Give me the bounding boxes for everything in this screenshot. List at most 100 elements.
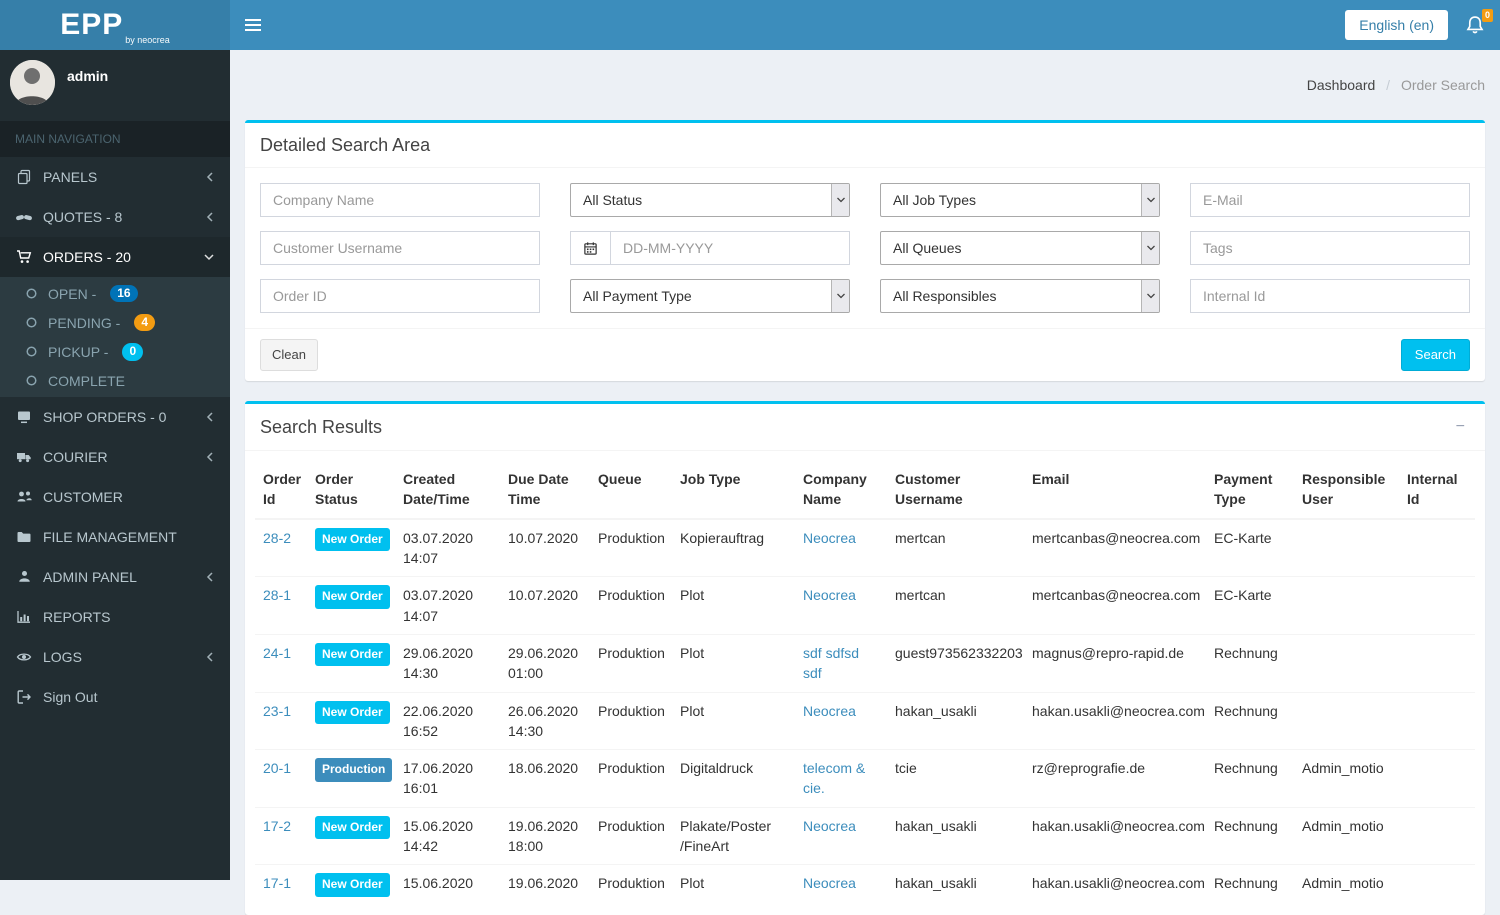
calendar-icon[interactable]	[570, 231, 610, 265]
cell-internal	[1399, 633, 1475, 693]
navbar: English (en) 0	[230, 0, 1500, 50]
sidebar-item-courier[interactable]: COURIER	[0, 437, 230, 477]
circle-icon	[24, 374, 38, 387]
company-link[interactable]: Neocrea	[803, 703, 856, 719]
pickup-count-badge: 0	[122, 343, 144, 361]
chevron-down-icon	[1141, 280, 1159, 312]
order-id-link[interactable]: 23-1	[263, 703, 291, 719]
sidebar-item-shop-orders[interactable]: SHOP ORDERS - 0	[0, 397, 230, 437]
cell-responsible	[1294, 576, 1399, 635]
cell-payment: Rechnung	[1206, 864, 1294, 905]
cell-order-status: Production	[307, 749, 395, 808]
search-panel-title: Detailed Search Area	[260, 135, 431, 155]
cell-queue: Produktion	[590, 806, 672, 865]
payment-type-select[interactable]: All Payment Type	[570, 279, 850, 313]
cell-created: 29.06.2020 14:30	[395, 633, 500, 693]
order-id-link[interactable]: 20-1	[263, 760, 291, 776]
cell-order-status: New Order	[307, 576, 395, 635]
cell-payment: Rechnung	[1206, 806, 1294, 865]
sidebar-item-quotes[interactable]: QUOTES - 8	[0, 197, 230, 237]
app-logo[interactable]: EPP by neocrea	[0, 0, 230, 50]
company-link[interactable]: Neocrea	[803, 587, 856, 603]
company-link[interactable]: sdf sdfsd sdf	[803, 645, 859, 681]
order-id-link[interactable]: 24-1	[263, 645, 291, 661]
created-date: 22.06.2020	[403, 702, 474, 719]
job-types-select[interactable]: All Job Types	[880, 183, 1160, 217]
company-name-input[interactable]	[260, 183, 540, 217]
truck-icon	[15, 449, 33, 465]
sidebar-item-complete[interactable]: COMPLETE	[0, 367, 230, 395]
order-id-link[interactable]: 17-2	[263, 818, 291, 834]
due-date-input[interactable]	[610, 231, 850, 265]
company-link[interactable]: Neocrea	[803, 818, 856, 834]
table-row: 23-1 New Order 22.06.2020 16:52 26.06.2020 14…	[255, 691, 1475, 750]
responsibles-select[interactable]: All Responsibles	[880, 279, 1160, 313]
sidebar-item-sign-out[interactable]: Sign Out	[0, 677, 230, 717]
company-link[interactable]: Neocrea	[803, 875, 856, 891]
order-id-link[interactable]: 28-2	[263, 530, 291, 546]
sidebar-toggle-icon[interactable]	[230, 0, 276, 50]
search-button[interactable]: Search	[1400, 339, 1470, 372]
avatar[interactable]	[10, 60, 55, 105]
cell-customer: hakan_usakli	[887, 864, 1024, 905]
tags-input[interactable]	[1190, 231, 1470, 265]
table-row: 20-1 Production 17.06.2020 16:01 18.06.2020 P…	[255, 749, 1475, 808]
order-id-input[interactable]	[260, 279, 540, 313]
cell-order-id: 17-1	[255, 864, 307, 905]
breadcrumb: Dashboard / Order Search	[1307, 77, 1485, 93]
cell-queue: Produktion	[590, 691, 672, 750]
table-row: 28-2 New Order 03.07.2020 14:07 10.07.2020 Pr…	[255, 519, 1475, 577]
table-header-row: Order Id Order Status Created Date/Time …	[255, 461, 1475, 520]
order-status-badge: Production	[315, 758, 393, 782]
col-job-type: Job Type	[672, 461, 795, 520]
company-link[interactable]: Neocrea	[803, 530, 856, 546]
company-link[interactable]: telecom & cie.	[803, 760, 865, 796]
sidebar-item-logs[interactable]: LOGS	[0, 637, 230, 677]
monitor-icon	[15, 409, 33, 425]
clean-button[interactable]: Clean	[260, 339, 318, 372]
user-panel: admin	[0, 50, 230, 115]
cell-order-status: New Order	[307, 519, 395, 577]
sidebar-item-file-management[interactable]: FILE MANAGEMENT	[0, 517, 230, 557]
col-company: Company Name	[795, 461, 887, 520]
pending-count-badge: 4	[134, 314, 156, 332]
nav-section-header: MAIN NAVIGATION	[0, 121, 230, 157]
sidebar-item-admin-panel[interactable]: ADMIN PANEL	[0, 557, 230, 597]
col-order-status: Order Status	[307, 461, 395, 520]
status-select[interactable]: All Status	[570, 183, 850, 217]
created-date: 15.06.2020	[403, 817, 474, 834]
language-button[interactable]: English (en)	[1345, 10, 1448, 40]
order-id-link[interactable]: 17-1	[263, 875, 291, 891]
created-date: 03.07.2020	[403, 529, 474, 546]
cell-job-type: Plot	[672, 633, 795, 693]
sidebar-item-open[interactable]: OPEN - 16	[0, 279, 230, 308]
collapse-button[interactable]: −	[1451, 417, 1470, 437]
notifications-button[interactable]: 0	[1464, 9, 1493, 36]
sidebar-item-pending[interactable]: PENDING - 4	[0, 308, 230, 337]
sidebar-item-orders[interactable]: ORDERS - 20	[0, 237, 230, 277]
sidebar-item-customer[interactable]: CUSTOMER	[0, 477, 230, 517]
sidebar-item-reports[interactable]: REPORTS	[0, 597, 230, 637]
open-count-badge: 16	[110, 285, 138, 303]
col-email: Email	[1024, 461, 1206, 520]
search-results-panel: Search Results − Order Id Order Status C…	[245, 401, 1485, 915]
order-id-link[interactable]: 28-1	[263, 587, 291, 603]
sidebar-item-panels[interactable]: PANELS	[0, 157, 230, 197]
customer-username-input[interactable]	[260, 231, 540, 265]
cell-email: hakan.usakli@neocrea.com	[1024, 806, 1206, 865]
chevron-down-icon	[1141, 184, 1159, 216]
email-input[interactable]	[1190, 183, 1470, 217]
chevron-left-icon	[205, 171, 215, 183]
created-time: 16:52	[403, 722, 439, 739]
due-date: 29.06.2020	[508, 644, 579, 661]
cell-order-status: New Order	[307, 806, 395, 865]
queues-select[interactable]: All Queues	[880, 231, 1160, 265]
internal-id-input[interactable]	[1190, 279, 1470, 313]
chevron-down-icon	[1141, 232, 1159, 264]
breadcrumb-dashboard-link[interactable]: Dashboard	[1307, 77, 1376, 93]
cell-created: 03.07.2020 14:07	[395, 519, 500, 577]
top-navbar: EPP by neocrea English (en) 0	[0, 0, 1500, 50]
table-row: 17-1 New Order 15.06.2020 19.06.2020 Produkt…	[255, 864, 1475, 905]
cell-email: mertcanbas@neocrea.com	[1032, 529, 1201, 546]
sidebar-item-pickup[interactable]: PICKUP - 0	[0, 337, 230, 366]
